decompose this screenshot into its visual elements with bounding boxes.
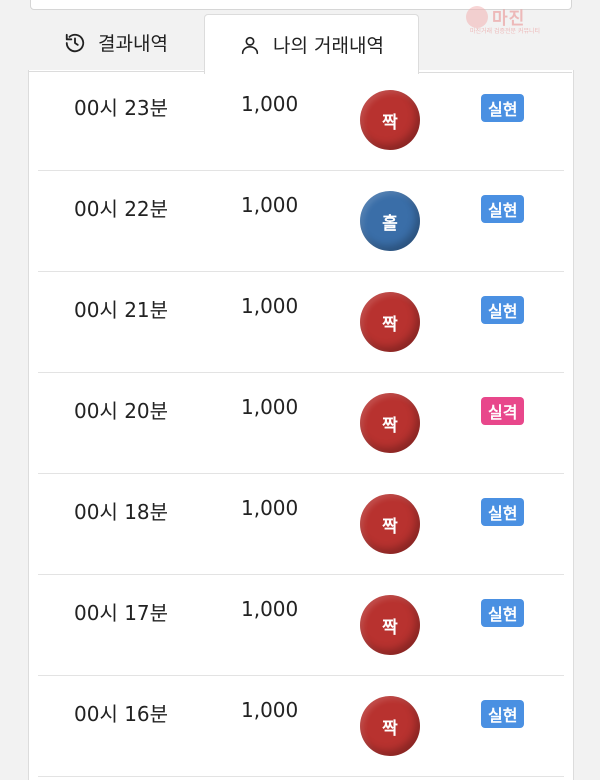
- even-ball: 짝: [360, 393, 420, 453]
- top-panel-edge: [30, 0, 572, 10]
- row-time: 00시 22분: [74, 197, 169, 221]
- status-badge: 실현: [481, 599, 525, 627]
- table-row: 00시 21분 1,000 짝 실현: [38, 272, 564, 373]
- status-badge: 실현: [481, 195, 525, 223]
- row-amount: 1,000: [241, 193, 299, 217]
- row-time: 00시 21분: [74, 298, 169, 322]
- tab-bar-filler: [419, 14, 572, 73]
- row-amount: 1,000: [241, 294, 299, 318]
- even-ball: 짝: [360, 292, 420, 352]
- row-amount: 1,000: [241, 92, 299, 116]
- row-amount: 1,000: [241, 496, 299, 520]
- row-time: 00시 20분: [74, 399, 169, 423]
- table-row: 00시 20분 1,000 짝 실격: [38, 373, 564, 474]
- tab-results-label: 결과내역: [98, 33, 168, 55]
- row-amount: 1,000: [241, 597, 299, 621]
- status-badge: 실격: [481, 397, 525, 425]
- row-time: 00시 17분: [74, 601, 169, 625]
- table-row: 00시 17분 1,000 짝 실현: [38, 575, 564, 676]
- even-ball: 짝: [360, 90, 420, 150]
- tab-results[interactable]: 결과내역: [28, 14, 204, 72]
- table-row: 00시 18분 1,000 짝 실현: [38, 474, 564, 575]
- row-time: 00시 18분: [74, 500, 169, 524]
- even-ball: 짝: [360, 494, 420, 554]
- row-time: 00시 16분: [74, 702, 169, 726]
- even-ball: 짝: [360, 696, 420, 756]
- user-icon: [239, 34, 261, 56]
- table-row: 00시 22분 1,000 홀 실현: [38, 171, 564, 272]
- even-ball: 짝: [360, 595, 420, 655]
- status-badge: 실현: [481, 94, 525, 122]
- table-row: 00시 16분 1,000 짝 실현: [38, 676, 564, 777]
- tab-bar: 결과내역 나의 거래내역: [28, 14, 572, 74]
- history-icon: [64, 32, 86, 54]
- transaction-list: 00시 23분 1,000 짝 실현 00시 22분 1,000 홀 실현 00시 21분 1,0…: [38, 70, 564, 777]
- tab-my-transactions-label: 나의 거래내역: [273, 35, 384, 57]
- tab-my-transactions[interactable]: 나의 거래내역: [204, 14, 419, 74]
- row-time: 00시 23분: [74, 96, 169, 120]
- status-badge: 실현: [481, 296, 525, 324]
- table-row: 00시 23분 1,000 짝 실현: [38, 70, 564, 171]
- status-badge: 실현: [481, 498, 525, 526]
- row-amount: 1,000: [241, 395, 299, 419]
- status-badge: 실현: [481, 700, 525, 728]
- odd-ball: 홀: [360, 191, 420, 251]
- row-amount: 1,000: [241, 698, 299, 722]
